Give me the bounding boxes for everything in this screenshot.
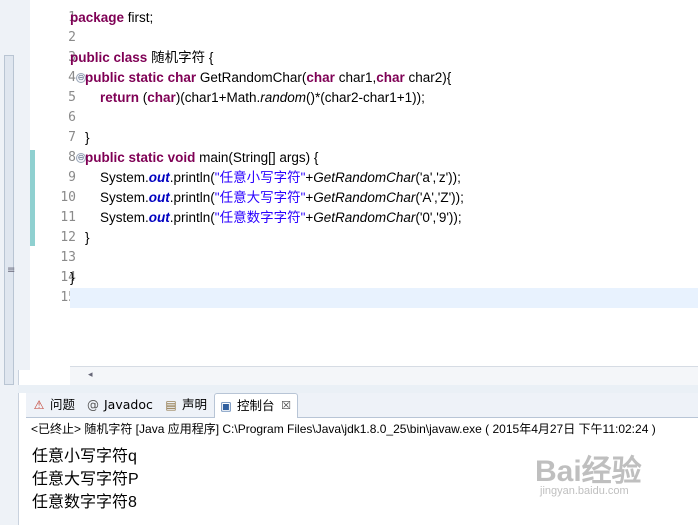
- code-area[interactable]: package first; public class 随机字符 { publi…: [70, 0, 698, 370]
- overview-ruler: [18, 0, 30, 370]
- console-status-header: <已终止> 随机字符 [Java 应用程序] C:\Program Files\…: [31, 422, 656, 436]
- code-text: .println(: [169, 190, 215, 205]
- code-line-10: System.out.println("任意大写字符"+GetRandomCha…: [70, 188, 698, 208]
- code-line-11: System.out.println("任意数字字符"+GetRandomCha…: [70, 208, 698, 228]
- scroll-left-icon[interactable]: ◂: [88, 370, 93, 380]
- static-field: out: [148, 210, 170, 225]
- code-text: GetRandomChar(: [196, 70, 307, 85]
- string-literal: "任意数字字符": [214, 210, 306, 225]
- watermark-url: jingyan.baidu.com: [540, 485, 629, 497]
- code-text: char1,: [334, 70, 377, 85]
- console-output-line: 任意大写字符P: [32, 471, 139, 488]
- static-method: random: [260, 90, 307, 105]
- code-text: 随机字符 {: [147, 50, 214, 65]
- console-output-line: 任意数字字符8: [32, 494, 137, 511]
- keyword: static: [128, 150, 164, 165]
- bottom-panel-tabbar: ⚠ 问题 @ Javadoc ▤ 声明 ▣ 控制台 ☒: [26, 393, 698, 418]
- static-field: out: [148, 170, 170, 185]
- left-side-strip: ≡: [0, 0, 19, 525]
- javadoc-icon: @: [87, 398, 99, 412]
- closing-brace: }: [85, 230, 90, 245]
- closing-brace: }: [70, 270, 75, 285]
- static-method: GetRandomChar: [313, 210, 416, 225]
- code-line-5: return (char)(char1+Math.random()*(char2…: [70, 88, 698, 108]
- keyword: class: [113, 50, 148, 65]
- code-text: System.: [100, 170, 149, 185]
- code-line-1: package first;: [70, 8, 698, 28]
- code-line-9: System.out.println("任意小写字符"+GetRandomCha…: [70, 168, 698, 188]
- code-text: .println(: [169, 210, 215, 225]
- code-editor[interactable]: 1 2 3 4 5 6 7 8 9 10 11 12 13 14 15 ⊖ ⊖ …: [18, 0, 698, 385]
- code-line-12: }: [70, 228, 698, 248]
- horizontal-scrollbar[interactable]: ◂: [70, 366, 698, 385]
- static-method: GetRandomChar: [313, 170, 416, 185]
- watermark-logo: Bai经验: [535, 455, 642, 488]
- keyword: char: [376, 70, 405, 85]
- code-line-7: }: [70, 128, 698, 148]
- code-line-4: public static char GetRandomChar(char ch…: [70, 68, 698, 88]
- tab-label: Javadoc: [104, 397, 153, 412]
- keyword: char: [147, 90, 176, 105]
- code-text: first;: [124, 10, 154, 25]
- code-text: ('A','Z'));: [415, 190, 464, 205]
- code-text: char2){: [404, 70, 452, 85]
- console-output-line: 任意小写字符q: [32, 448, 137, 465]
- string-literal: "任意小写字符": [214, 170, 306, 185]
- code-text: ('a','z'));: [415, 170, 461, 185]
- static-method: GetRandomChar: [313, 190, 416, 205]
- static-field: out: [148, 190, 170, 205]
- tab-console[interactable]: ▣ 控制台 ☒: [214, 393, 298, 418]
- keyword: package: [70, 10, 125, 25]
- keyword: char: [167, 70, 197, 85]
- keyword: public: [70, 50, 110, 65]
- code-text: .println(: [169, 170, 215, 185]
- code-text: main(String[] args) {: [195, 150, 319, 165]
- left-scrollbar[interactable]: [4, 55, 14, 385]
- code-text: System.: [100, 210, 149, 225]
- keyword: public: [85, 70, 125, 85]
- tab-label: 问题: [50, 397, 76, 412]
- code-line-3: public class 随机字符 {: [70, 48, 698, 68]
- code-text: ('0','9'));: [415, 210, 462, 225]
- code-line-15-current[interactable]: [70, 288, 698, 308]
- problems-icon: ⚠: [33, 398, 45, 412]
- code-text: System.: [100, 190, 149, 205]
- keyword: return: [100, 90, 140, 105]
- close-icon[interactable]: ☒: [281, 394, 291, 418]
- console-icon: ▣: [220, 399, 232, 413]
- tab-label: 控制台: [237, 398, 275, 413]
- string-literal: "任意大写字符": [214, 190, 306, 205]
- declaration-icon: ▤: [165, 398, 177, 412]
- code-text: )(char1+Math.: [175, 90, 261, 105]
- closing-brace: }: [85, 130, 90, 145]
- keyword: public: [85, 150, 125, 165]
- keyword: static: [128, 70, 164, 85]
- keyword: char: [306, 70, 335, 85]
- keyword: void: [167, 150, 196, 165]
- grip-icon[interactable]: ≡: [7, 265, 15, 276]
- panel-separator[interactable]: [18, 385, 698, 393]
- code-line-14: }: [70, 268, 698, 288]
- tab-label: 声明: [182, 397, 208, 412]
- code-text: ()*(char2-char1+1));: [306, 90, 425, 105]
- code-line-8: public static void main(String[] args) {: [70, 148, 698, 168]
